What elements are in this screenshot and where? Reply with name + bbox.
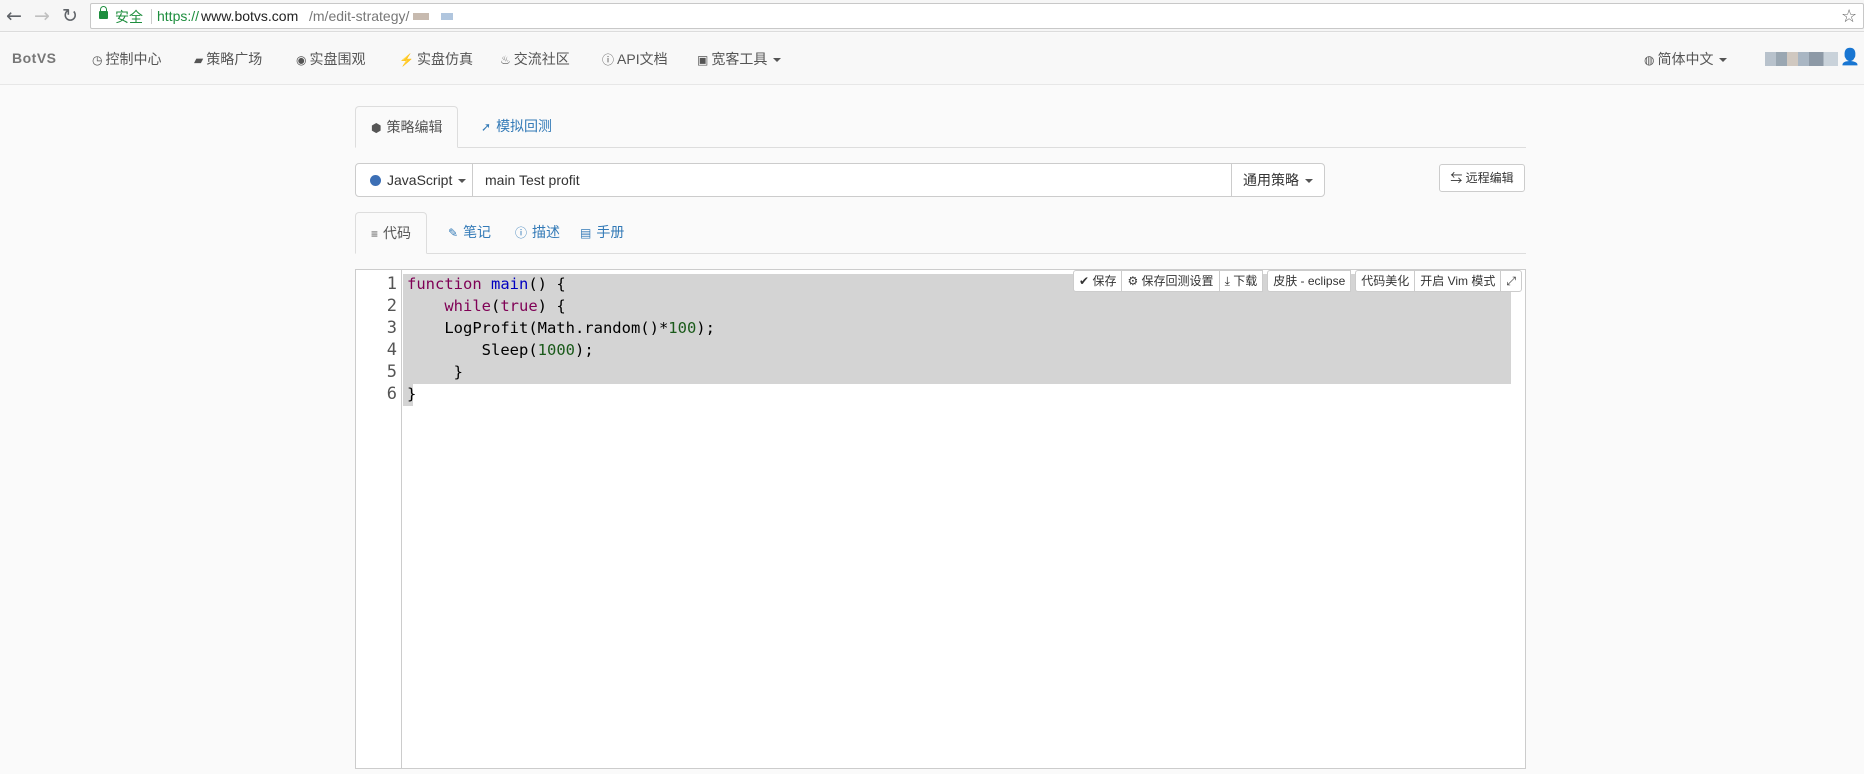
url-host: www.botvs.com	[201, 8, 299, 24]
nav-item-community[interactable]: ♨ 交流社区	[500, 49, 570, 69]
info-icon: ⓘ	[515, 226, 528, 240]
cart-icon: ▰	[194, 53, 204, 67]
strategy-type-dropdown[interactable]: 通用策略	[1231, 163, 1325, 197]
editor-toolbar: ✔ 保存 ⚙ 保存回测设置 ⤓ 下载 皮肤 - eclipse 代码美化 开启 …	[1073, 270, 1522, 292]
gear-icon: ⚙	[1127, 274, 1142, 288]
book-icon: ▤	[580, 226, 592, 240]
tab-notes[interactable]: ✎ 笔记	[433, 212, 506, 254]
javascript-icon	[370, 175, 381, 186]
strategy-tabs: ⬢ 策略编辑 ➚ 模拟回测	[355, 106, 1526, 148]
rocket-icon: ➚	[481, 120, 492, 134]
chevron-down-icon	[1719, 58, 1728, 63]
url-path: /m/edit-strategy/	[309, 8, 410, 24]
line-number: 1	[386, 274, 397, 294]
nav-item-dashboard[interactable]: ◷ 控制中心	[92, 49, 161, 69]
nav-item-live-watch[interactable]: ◉ 实盘围观	[296, 49, 365, 69]
code-line[interactable]: }	[407, 363, 463, 381]
redacted-url-id	[413, 13, 453, 20]
cubes-icon: ⬢	[371, 121, 382, 135]
save-backtest-settings-button[interactable]: ⚙ 保存回测设置	[1121, 270, 1220, 292]
briefcase-icon: ▣	[697, 53, 709, 67]
browser-toolbar: ← → ↻ 安全 https:// www.botvs.com /m/edit-…	[0, 0, 1864, 32]
line-number: 5	[386, 362, 397, 382]
code-line[interactable]: LogProfit(Math.random()*100);	[407, 319, 715, 337]
chevron-down-icon	[458, 179, 467, 184]
back-icon[interactable]: ←	[2, 4, 26, 28]
chevron-down-icon	[773, 58, 782, 63]
dashboard-icon: ◷	[92, 53, 103, 67]
tab-description[interactable]: ⓘ 描述	[500, 212, 575, 254]
beautify-button[interactable]: 代码美化	[1355, 270, 1416, 292]
secure-label: 安全	[115, 9, 143, 25]
vim-mode-button[interactable]: 开启 Vim 模式	[1414, 270, 1502, 292]
list-icon: ≡	[371, 227, 379, 241]
selection-highlight	[403, 296, 1511, 318]
line-gutter: 1 2 3 4 5 6	[356, 270, 402, 768]
globe-icon: ◍	[1644, 53, 1655, 67]
code-line[interactable]: Sleep(1000);	[407, 341, 594, 359]
info-icon: ⓘ	[602, 53, 615, 67]
code-line[interactable]: function main() {	[407, 275, 566, 293]
brand-logo[interactable]: BotVS	[12, 50, 57, 66]
tab-backtest[interactable]: ➚ 模拟回测	[466, 106, 567, 148]
sync-icon: ⇆	[1450, 171, 1466, 185]
download-icon: ⤓	[1224, 274, 1234, 288]
lock-icon	[99, 6, 108, 19]
nav-item-quant-tools[interactable]: ▣ 宽客工具	[697, 49, 782, 69]
code-line[interactable]: }	[407, 385, 416, 403]
nav-item-api-docs[interactable]: ⓘ API文档	[602, 49, 668, 69]
strategy-name-input[interactable]	[473, 163, 1232, 197]
line-number: 3	[386, 318, 397, 338]
editor-tabs: ≡ 代码 ✎ 笔记 ⓘ 描述 ▤ 手册	[355, 212, 1526, 254]
code-line[interactable]: while(true) {	[407, 297, 565, 315]
fire-icon: ♨	[500, 53, 511, 67]
save-button[interactable]: ✔ 保存	[1073, 270, 1123, 292]
address-bar[interactable]: 安全 https:// www.botvs.com /m/edit-strate…	[90, 3, 1864, 29]
line-number: 2	[386, 296, 397, 316]
nav-item-simulation[interactable]: ⚡ 实盘仿真	[399, 49, 473, 69]
url-divider	[151, 9, 152, 24]
reload-icon[interactable]: ↻	[58, 4, 82, 28]
line-number: 6	[386, 384, 397, 404]
user-icon[interactable]: 👤	[1840, 47, 1860, 66]
bookmark-star-icon[interactable]: ☆	[1841, 6, 1857, 27]
redacted-username[interactable]	[1765, 52, 1838, 66]
tab-code[interactable]: ≡ 代码	[355, 212, 428, 254]
edit-icon: ✎	[448, 226, 459, 240]
tab-manual[interactable]: ▤ 手册	[565, 212, 639, 254]
check-icon: ✔	[1079, 274, 1093, 288]
line-number: 4	[386, 340, 397, 360]
url-scheme: https://	[157, 8, 200, 24]
language-dropdown[interactable]: ◍ 简体中文	[1644, 49, 1728, 69]
site-navbar: BotVS ◷ 控制中心 ▰ 策略广场 ◉ 实盘围观 ⚡ 实盘仿真 ♨ 交流社区 ⓘ API…	[0, 33, 1864, 85]
fullscreen-icon[interactable]: ⤢	[1500, 270, 1522, 292]
chevron-down-icon	[1305, 179, 1313, 184]
code-editor[interactable]: 1 2 3 4 5 6 function main() { while(true…	[355, 269, 1526, 769]
play-circle-icon: ◉	[296, 53, 307, 67]
nav-item-strategy-square[interactable]: ▰ 策略广场	[194, 49, 262, 69]
download-button[interactable]: ⤓ 下载	[1218, 270, 1264, 292]
selection-highlight	[403, 362, 1511, 384]
remote-edit-button[interactable]: ⇆ 远程编辑	[1439, 164, 1525, 192]
skin-button[interactable]: 皮肤 - eclipse	[1267, 270, 1352, 292]
tab-strategy-edit[interactable]: ⬢ 策略编辑	[355, 106, 459, 148]
flash-icon: ⚡	[399, 53, 414, 67]
language-select[interactable]: JavaScript	[355, 163, 473, 197]
forward-icon[interactable]: →	[30, 4, 54, 28]
